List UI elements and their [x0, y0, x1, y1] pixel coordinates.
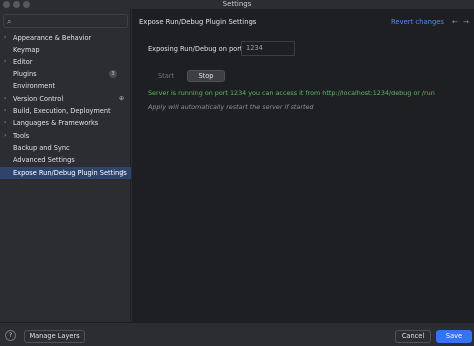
chevron-right-icon: › — [4, 58, 7, 65]
sidebar-item-label: Backup and Sync — [13, 144, 70, 152]
sidebar-item-label: Languages & Frameworks — [13, 119, 99, 127]
sidebar-item-appearance-behavior[interactable]: › Appearance & Behavior — [0, 32, 131, 44]
sidebar-item-label: Tools — [13, 132, 30, 140]
sidebar-item-advanced-settings[interactable]: Advanced Settings — [0, 154, 131, 166]
reset-icon: ↺ — [118, 169, 124, 176]
window-title: Settings — [222, 0, 252, 8]
sidebar-item-environment[interactable]: Environment — [0, 80, 131, 92]
server-status-text: Server is running on port 1234 you can a… — [148, 89, 435, 97]
start-button[interactable]: Start — [147, 70, 185, 82]
sidebar-item-version-control[interactable]: › Version Control ⊕ — [0, 93, 131, 105]
settings-content: Expose Run/Debug Plugin Settings ▭ Rever… — [132, 9, 474, 322]
sidebar-item-label: Appearance & Behavior — [13, 34, 92, 42]
sidebar-item-label: Version Control — [13, 95, 64, 103]
sidebar-item-label: Editor — [13, 58, 33, 66]
port-input[interactable]: 1234 — [241, 41, 295, 56]
sidebar-item-keymap[interactable]: Keymap — [0, 44, 131, 56]
sidebar-item-tools[interactable]: › Tools — [0, 130, 131, 142]
chevron-right-icon: › — [4, 95, 7, 102]
restart-hint-text: Apply will automatically restart the ser… — [148, 103, 314, 111]
chevron-right-icon: › — [4, 132, 7, 139]
forward-arrow-icon[interactable]: → — [463, 17, 469, 27]
sidebar-item-label: Build, Execution, Deployment — [13, 107, 111, 115]
settings-sidebar: ⌕ › Appearance & Behavior Keymap › Edito… — [0, 9, 131, 322]
sidebar-item-plugins[interactable]: Plugins 3 — [0, 68, 131, 80]
help-button[interactable]: ? — [5, 330, 16, 341]
sidebar-item-expose-run-debug[interactable]: Expose Run/Debug Plugin Settings ↺ — [0, 167, 131, 179]
window-titlebar: Settings — [0, 0, 474, 9]
sidebar-item-build-execution-deployment[interactable]: › Build, Execution, Deployment — [0, 105, 131, 117]
plugins-count-badge: 3 — [109, 70, 117, 78]
window-icon: ▭ — [250, 18, 256, 25]
chevron-right-icon: › — [4, 107, 7, 114]
sidebar-item-label: Keymap — [13, 46, 40, 54]
sidebar-item-label: Advanced Settings — [13, 156, 75, 164]
sidebar-item-editor[interactable]: › Editor — [0, 56, 131, 68]
search-icon: ⌕ — [7, 17, 12, 26]
dialog-footer: ? Manage Layers Cancel Save — [0, 322, 474, 346]
sidebar-item-backup-sync[interactable]: Backup and Sync — [0, 142, 131, 154]
page-title: Expose Run/Debug Plugin Settings — [139, 18, 257, 26]
stop-button[interactable]: Stop — [187, 70, 225, 82]
back-arrow-icon[interactable]: ← — [452, 17, 458, 27]
chevron-right-icon: › — [4, 34, 7, 41]
settings-search-input[interactable]: ⌕ — [3, 14, 128, 28]
sidebar-item-label: Plugins — [13, 70, 37, 78]
manage-layers-button[interactable]: Manage Layers — [24, 330, 85, 343]
save-button[interactable]: Save — [436, 330, 472, 343]
cancel-button[interactable]: Cancel — [395, 330, 431, 343]
port-label: Exposing Run/Debug on port: — [148, 45, 245, 53]
sidebar-item-languages-frameworks[interactable]: › Languages & Frameworks — [0, 117, 131, 129]
sidebar-item-label: Environment — [13, 82, 56, 90]
revert-changes-link[interactable]: Revert changes — [391, 17, 444, 27]
chevron-right-icon: › — [4, 119, 7, 126]
sidebar-item-label: Expose Run/Debug Plugin Settings — [13, 169, 127, 177]
project-scope-icon: ⊕ — [118, 95, 124, 102]
